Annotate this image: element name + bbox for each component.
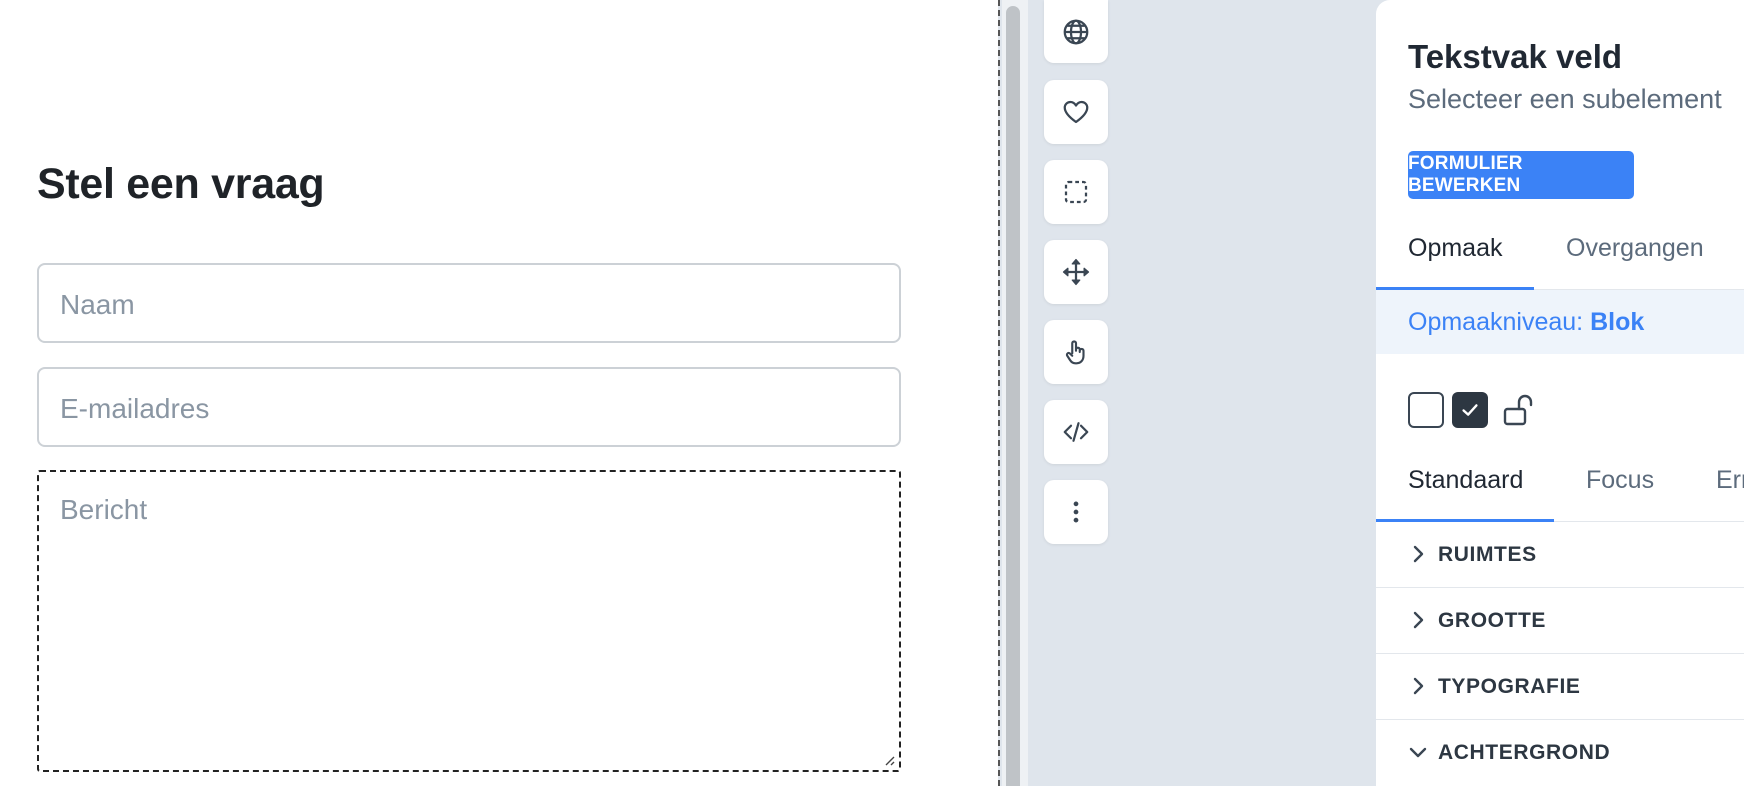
- accordion-label: TYPOGRAFIE: [1438, 675, 1581, 698]
- tab-focus[interactable]: Focus: [1586, 466, 1654, 495]
- edit-form-button[interactable]: FORMULIER BEWERKEN: [1408, 151, 1634, 199]
- favorite-button[interactable]: [1044, 80, 1108, 144]
- main-tabs: Opmaak Overgangen: [1376, 222, 1744, 290]
- message-placeholder: Bericht: [60, 494, 148, 525]
- message-textarea[interactable]: Bericht: [37, 470, 901, 772]
- code-icon: [1063, 422, 1089, 442]
- accordion-grootte[interactable]: GROOTTE: [1376, 588, 1744, 654]
- unchecked-state-checkbox[interactable]: [1408, 392, 1444, 428]
- email-placeholder: E-mailadres: [60, 393, 210, 424]
- check-icon: [1462, 404, 1478, 416]
- select-button[interactable]: [1044, 160, 1108, 224]
- chevron-right-icon: [1413, 611, 1424, 629]
- accordion-achtergrond[interactable]: ACHTERGROND: [1376, 720, 1744, 786]
- name-placeholder: Naam: [60, 289, 135, 320]
- pointer-hand-icon: [1065, 340, 1085, 365]
- panel-subtitle: Selecteer een subelement: [1408, 84, 1722, 114]
- form-title: Stel een vraag: [37, 160, 325, 208]
- chevron-right-icon: [1413, 545, 1424, 563]
- canvas-boundary: [998, 0, 1000, 786]
- name-field[interactable]: Naam: [37, 263, 901, 343]
- select-icon: [1064, 180, 1088, 204]
- unlock-icon[interactable]: [1502, 392, 1538, 428]
- style-level-value: Blok: [1590, 308, 1645, 336]
- accordion-ruimtes[interactable]: RUIMTES: [1376, 522, 1744, 588]
- more-vertical-icon: [1073, 501, 1079, 523]
- chevron-down-icon: [1409, 747, 1427, 758]
- chevron-right-icon: [1413, 677, 1424, 695]
- move-icon: [1062, 258, 1090, 286]
- canvas-scrollbar-thumb[interactable]: [1006, 6, 1020, 786]
- email-field[interactable]: E-mailadres: [37, 367, 901, 447]
- tab-error[interactable]: Err: [1716, 466, 1744, 495]
- resize-handle-icon[interactable]: [881, 752, 895, 766]
- checked-state-checkbox[interactable]: [1452, 392, 1488, 428]
- form-preview-canvas: Stel een vraag Naam E-mailadres Bericht: [0, 0, 998, 786]
- globe-icon: [1063, 19, 1089, 44]
- style-level-label: Opmaakniveau:: [1408, 308, 1584, 336]
- state-tabs: Standaard Focus Err: [1376, 454, 1744, 522]
- heart-icon: [1063, 100, 1089, 124]
- move-button[interactable]: [1044, 240, 1108, 304]
- style-level-bar[interactable]: Opmaakniveau: Blok: [1376, 290, 1744, 354]
- tab-overgangen[interactable]: Overgangen: [1566, 234, 1704, 263]
- interaction-button[interactable]: [1044, 320, 1108, 384]
- accordion-label: GROOTTE: [1438, 609, 1547, 632]
- tab-opmaak[interactable]: Opmaak: [1408, 234, 1502, 263]
- accordion-label: RUIMTES: [1438, 543, 1537, 566]
- code-button[interactable]: [1044, 400, 1108, 464]
- panel-title: Tekstvak veld: [1408, 38, 1623, 75]
- globe-button[interactable]: [1044, 0, 1108, 63]
- more-button[interactable]: [1044, 480, 1108, 544]
- tab-standaard[interactable]: Standaard: [1408, 466, 1523, 495]
- accordion-label: ACHTERGROND: [1438, 741, 1611, 764]
- accordion-typografie[interactable]: TYPOGRAFIE: [1376, 654, 1744, 720]
- style-level-text: Opmaakniveau: Blok: [1408, 308, 1644, 337]
- inspector-panel: Tekstvak veld Selecteer een subelement F…: [1376, 0, 1744, 786]
